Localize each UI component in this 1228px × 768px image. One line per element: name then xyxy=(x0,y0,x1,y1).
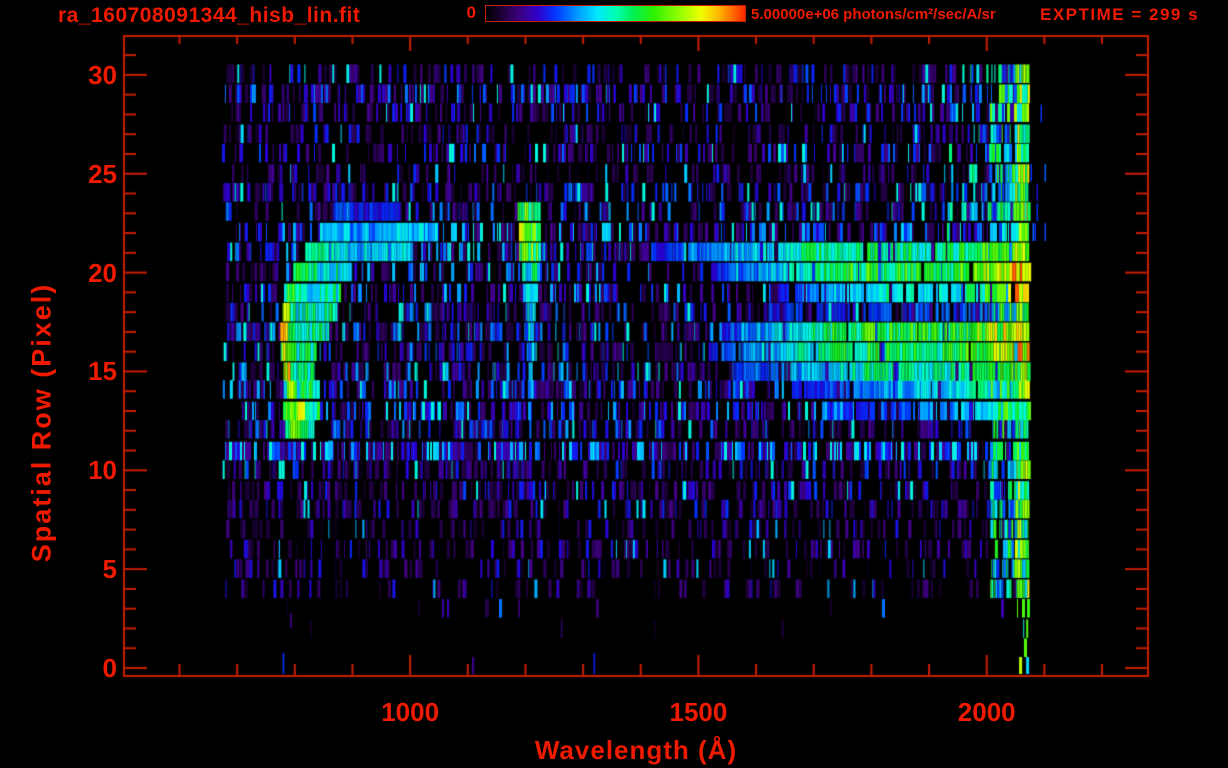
y-tick-label: 10 xyxy=(88,455,117,486)
x-tick-label: 1500 xyxy=(669,697,728,727)
y-axis-title: Spatial Row (Pixel) xyxy=(26,282,57,563)
colorbar-min-label: 0 xyxy=(466,3,476,22)
y-tick-label: 25 xyxy=(88,158,117,189)
y-tick-label: 30 xyxy=(88,59,117,90)
x-tick-label: 2000 xyxy=(957,697,1016,727)
exptime-label: EXPTIME = 299 s xyxy=(1040,5,1200,24)
x-tick-label: 1000 xyxy=(381,697,440,727)
spectrogram-canvas xyxy=(0,0,1228,768)
spectrogram-window: { "header": { "title": "ra_160708091344_… xyxy=(0,0,1228,768)
y-tick-label: 0 xyxy=(102,653,117,683)
y-tick-label: 5 xyxy=(102,554,117,585)
file-title: ra_160708091344_hisb_lin.fit xyxy=(58,4,361,27)
colorbar-max-label: 5.00000e+06 photons/cm²/sec/A/sr xyxy=(751,6,996,23)
x-axis-title: Wavelength (Å) xyxy=(534,735,738,765)
y-tick-label: 20 xyxy=(88,257,117,288)
colorbar-gradient xyxy=(485,5,746,22)
y-tick-label: 15 xyxy=(88,356,117,387)
